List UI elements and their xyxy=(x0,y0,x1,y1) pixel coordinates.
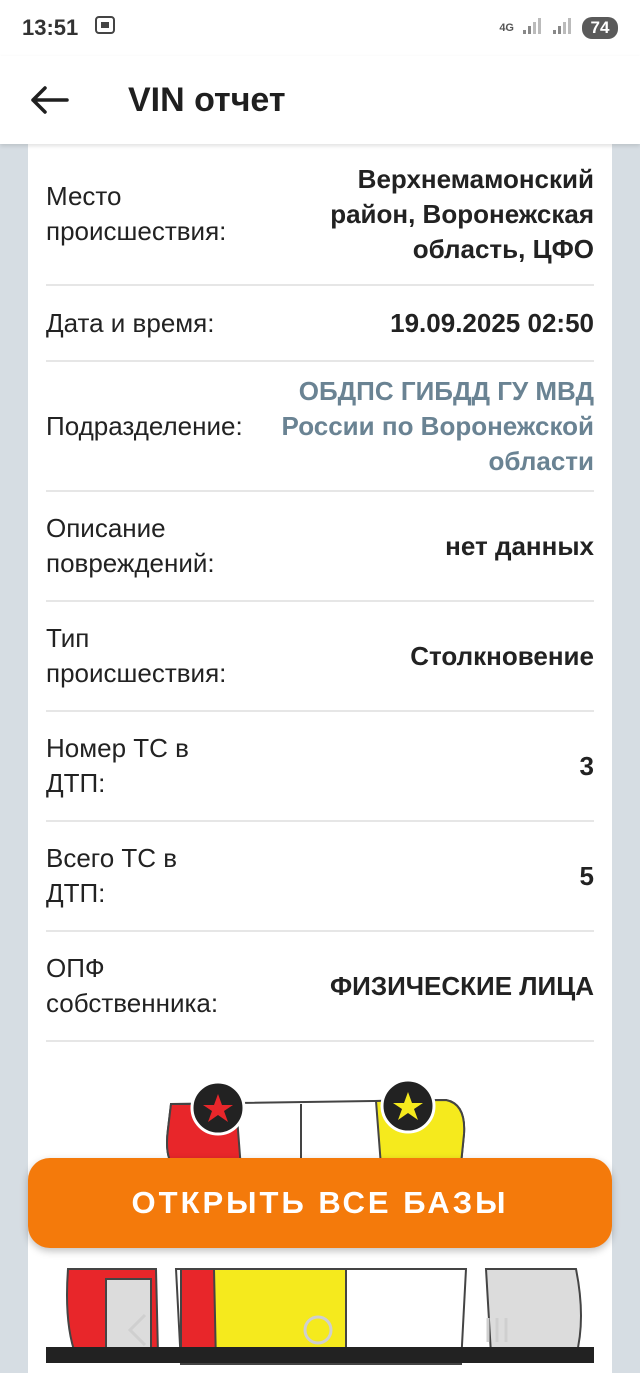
signal-icon xyxy=(522,17,544,40)
detail-label: Подразделение: xyxy=(46,410,243,441)
detail-row-total-vehicles: Всего ТС в ДТП: 5 xyxy=(46,822,594,932)
detail-row-type: Тип происшествия: Столкновение xyxy=(46,602,594,712)
back-button[interactable] xyxy=(0,56,100,144)
detail-value: ФИЗИЧЕСКИЕ ЛИЦА xyxy=(329,970,594,1001)
detail-label: ОПФ собственника: xyxy=(46,953,219,1018)
status-bar: 13:51 4G 74 xyxy=(0,0,640,56)
detail-value: 19.09.2025 02:50 xyxy=(390,307,594,338)
detail-value: Столкновение xyxy=(410,640,594,671)
system-navigation xyxy=(0,1300,640,1360)
app-bar: VIN отчет xyxy=(0,56,640,144)
details-list: Место происшествия: Верхнемамонский райо… xyxy=(46,144,594,1042)
detail-value: Верхнемамонский район, Воронежская облас… xyxy=(330,163,594,264)
open-all-databases-button[interactable]: ОТКРЫТЬ ВСЕ БАЗЫ xyxy=(28,1158,612,1248)
detail-row-datetime: Дата и время: 19.09.2025 02:50 xyxy=(46,286,594,362)
detail-row-vehicle-number: Номер ТС в ДТП: 3 xyxy=(46,712,594,822)
detail-label: Всего ТС в ДТП: xyxy=(46,843,178,908)
network-label: 4G xyxy=(499,22,514,34)
back-arrow-icon xyxy=(31,86,69,114)
detail-value: нет данных xyxy=(445,530,594,561)
detail-value: 3 xyxy=(579,750,594,781)
detail-label: Место происшествия: xyxy=(46,181,227,246)
detail-value: 5 xyxy=(579,860,594,891)
detail-row-damage: Описание повреждений: нет данных xyxy=(46,492,594,602)
detail-label: Дата и время: xyxy=(46,307,215,338)
department-link[interactable]: ОБДПС ГИБДД ГУ МВД России по Воронежской… xyxy=(251,374,594,479)
detail-label: Тип происшествия: xyxy=(46,623,227,688)
nav-recents-icon[interactable] xyxy=(486,1318,508,1342)
car-top-view xyxy=(166,1078,466,1171)
status-time: 13:51 xyxy=(22,15,79,40)
nav-back-icon[interactable] xyxy=(127,1313,147,1347)
detail-label: Номер ТС в ДТП: xyxy=(46,733,189,798)
battery-indicator: 74 xyxy=(582,17,618,39)
screenshot-icon xyxy=(94,14,116,42)
detail-label: Описание повреждений: xyxy=(46,513,215,578)
detail-row-owner-type: ОПФ собственника: ФИЗИЧЕСКИЕ ЛИЦА xyxy=(46,932,594,1042)
page-title: VIN отчет xyxy=(128,80,286,119)
signal-icon-2 xyxy=(552,17,574,40)
detail-row-location: Место происшествия: Верхнемамонский райо… xyxy=(46,144,594,286)
nav-home-icon[interactable] xyxy=(303,1315,333,1345)
detail-row-department: Подразделение: ОБДПС ГИБДД ГУ МВД России… xyxy=(46,362,594,492)
